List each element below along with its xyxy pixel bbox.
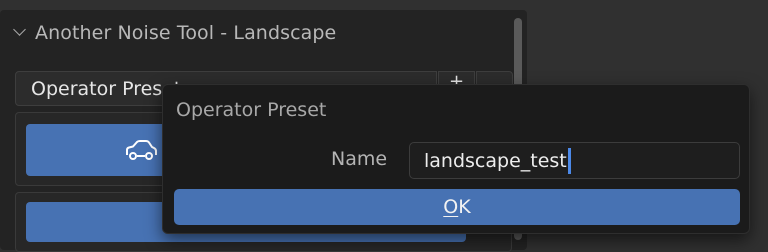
preset-name-input[interactable]: landscape_test [409, 142, 740, 179]
chevron-down-icon[interactable] [14, 25, 25, 36]
ok-mnemonic: O [443, 196, 459, 218]
panel-header[interactable]: Another Noise Tool - Landscape [14, 20, 336, 46]
car-icon [126, 140, 157, 160]
text-caret [567, 147, 571, 174]
ok-label-rest: K [458, 196, 471, 218]
panel-title: Another Noise Tool - Landscape [35, 22, 337, 44]
dialog-title: Operator Preset [176, 99, 327, 121]
name-label: Name [331, 148, 388, 170]
preset-name-value: landscape_test [424, 149, 567, 172]
operator-preset-dialog: Operator Preset Name landscape_test OK [162, 84, 750, 234]
ok-button[interactable]: OK [174, 189, 740, 225]
